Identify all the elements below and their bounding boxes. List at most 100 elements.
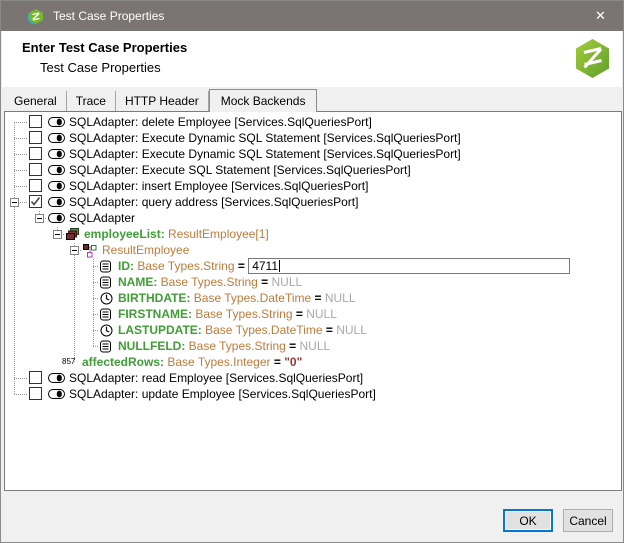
collapse-minus-icon[interactable] [10,198,19,207]
tree-item[interactable]: NULLFELD: Base Types.String = NULL [5,338,621,354]
checkbox-unchecked[interactable] [29,131,42,144]
tree-item[interactable]: ResultEmployee [5,242,621,258]
tree-item-label: affectedRows: Base Types.Integer = "0" [82,354,302,370]
backend-tree: SQLAdapter: delete Employee [Services.Sq… [5,112,621,490]
tree-connector-stub [93,314,98,315]
tree-item[interactable]: employeeList: ResultEmployee[1] [5,226,621,242]
page-subtitle: Test Case Properties [40,60,161,75]
label-segment: = [238,258,248,274]
label-segment: SQLAdapter: read Employee [Services.SqlQ… [69,370,363,386]
id-value-input[interactable]: 4711 [248,258,570,274]
adapter-icon [48,148,66,160]
tree-item[interactable]: SQLAdapter: update Employee [Services.Sq… [5,386,621,402]
brand-hexagon-icon [574,38,611,79]
checkbox-unchecked[interactable] [29,179,42,192]
tree-item[interactable]: SQLAdapter: query address [Services.SqlQ… [5,194,621,210]
tree-item[interactable]: NAME: Base Types.String = NULL [5,274,621,290]
tree-connector-stub [14,378,27,379]
adapter-icon [48,212,66,224]
string-icon [100,340,112,353]
label-segment: NAME: [118,274,157,290]
label-segment: = [296,306,306,322]
tree-item[interactable]: SQLAdapter: Execute Dynamic SQL Statemen… [5,146,621,162]
tree-item-label: ResultEmployee [102,242,189,258]
tree-connector-stub [14,154,27,155]
tree-item[interactable]: ID: Base Types.String = 4711 [5,258,621,274]
tree-connector-stub [80,250,81,251]
collapse-minus-icon[interactable] [70,246,79,255]
close-icon[interactable]: ✕ [578,1,623,31]
collapse-minus-icon[interactable] [35,214,44,223]
tree-item-label: SQLAdapter: update Employee [Services.Sq… [69,386,376,402]
checkbox-unchecked[interactable] [29,115,42,128]
checkbox-unchecked[interactable] [29,147,42,160]
tree-item[interactable]: SQLAdapter [5,210,621,226]
ok-button[interactable]: OK [503,509,553,532]
checkbox-unchecked[interactable] [29,163,42,176]
tab-trace[interactable]: Trace [67,91,116,111]
tree-item[interactable]: FIRSTNAME: Base Types.String = NULL [5,306,621,322]
tree-connector-stub [93,282,98,283]
tree-connector-stub [14,170,27,171]
label-segment: SQLAdapter: Execute SQL Statement [Servi… [69,162,411,178]
tab-mock-backends[interactable]: Mock Backends [209,89,318,112]
adapter-icon [48,372,66,384]
id-value-text: 4711 [252,258,278,274]
checkbox-unchecked[interactable] [29,387,42,400]
label-segment: = [289,338,299,354]
tree-connector-stub [93,298,98,299]
label-segment: ResultEmployee[1] [165,226,269,242]
tree-item[interactable]: SQLAdapter: Execute Dynamic SQL Statemen… [5,130,621,146]
tree-item-label: SQLAdapter: query address [Services.SqlQ… [69,194,358,210]
string-icon [100,308,112,321]
label-segment: NULL [325,290,356,306]
tree-item-label: NULLFELD: Base Types.String = NULL [118,338,330,354]
page-title: Enter Test Case Properties [22,40,187,55]
tree-item[interactable]: SQLAdapter: insert Employee [Services.Sq… [5,178,621,194]
label-segment: Base Types.DateTime [190,290,314,306]
tree-item[interactable]: SQLAdapter: read Employee [Services.SqlQ… [5,370,621,386]
label-segment: "0" [284,354,302,370]
checkbox-unchecked[interactable] [29,371,42,384]
tree-connector-stub [14,138,27,139]
label-segment: Base Types.DateTime [202,322,326,338]
collapse-minus-icon[interactable] [53,230,62,239]
label-segment: NULL [272,274,303,290]
string-icon [100,260,112,273]
tree-item-label: SQLAdapter: Execute Dynamic SQL Statemen… [69,146,461,162]
label-segment: FIRSTNAME: [118,306,192,322]
cancel-button[interactable]: Cancel [563,509,613,532]
label-segment: BIRTHDATE: [118,290,190,306]
title-bar: Test Case Properties ✕ [1,1,623,31]
label-segment: affectedRows: [82,354,164,370]
string-icon [100,276,112,289]
label-segment: LASTUPDATE: [118,322,202,338]
adapter-icon [48,164,66,176]
tree-item-label: SQLAdapter: delete Employee [Services.Sq… [69,114,372,130]
label-segment: NULLFELD: [118,338,185,354]
tree-item-label: SQLAdapter: read Employee [Services.SqlQ… [69,370,363,386]
tree-item-label: SQLAdapter: insert Employee [Services.Sq… [69,178,368,194]
tree-item[interactable]: LASTUPDATE: Base Types.DateTime = NULL [5,322,621,338]
tree-item[interactable]: 857affectedRows: Base Types.Integer = "0… [5,354,621,370]
tree-item[interactable]: SQLAdapter: delete Employee [Services.Sq… [5,114,621,130]
test-case-properties-dialog: { "window": { "title": "Test Case Proper… [0,0,624,543]
adapter-icon [48,132,66,144]
tree-item-label: BIRTHDATE: Base Types.DateTime = NULL [118,290,356,306]
adapter-icon [48,116,66,128]
tree-item-label: LASTUPDATE: Base Types.DateTime = NULL [118,322,367,338]
tree-item[interactable]: BIRTHDATE: Base Types.DateTime = NULL [5,290,621,306]
label-segment: SQLAdapter: delete Employee [Services.Sq… [69,114,372,130]
tree-connector-stub [14,186,27,187]
label-segment: = [315,290,325,306]
label-segment: = [274,354,284,370]
window-title: Test Case Properties [53,9,164,23]
struct-icon [83,244,97,258]
label-segment: SQLAdapter: update Employee [Services.Sq… [69,386,376,402]
tree-item[interactable]: SQLAdapter: Execute SQL Statement [Servi… [5,162,621,178]
adapter-icon [48,180,66,192]
tab-http-header[interactable]: HTTP Header [116,91,209,111]
checkbox-checked[interactable] [29,195,42,208]
datetime-icon [100,292,113,305]
tab-general[interactable]: General [5,91,67,111]
